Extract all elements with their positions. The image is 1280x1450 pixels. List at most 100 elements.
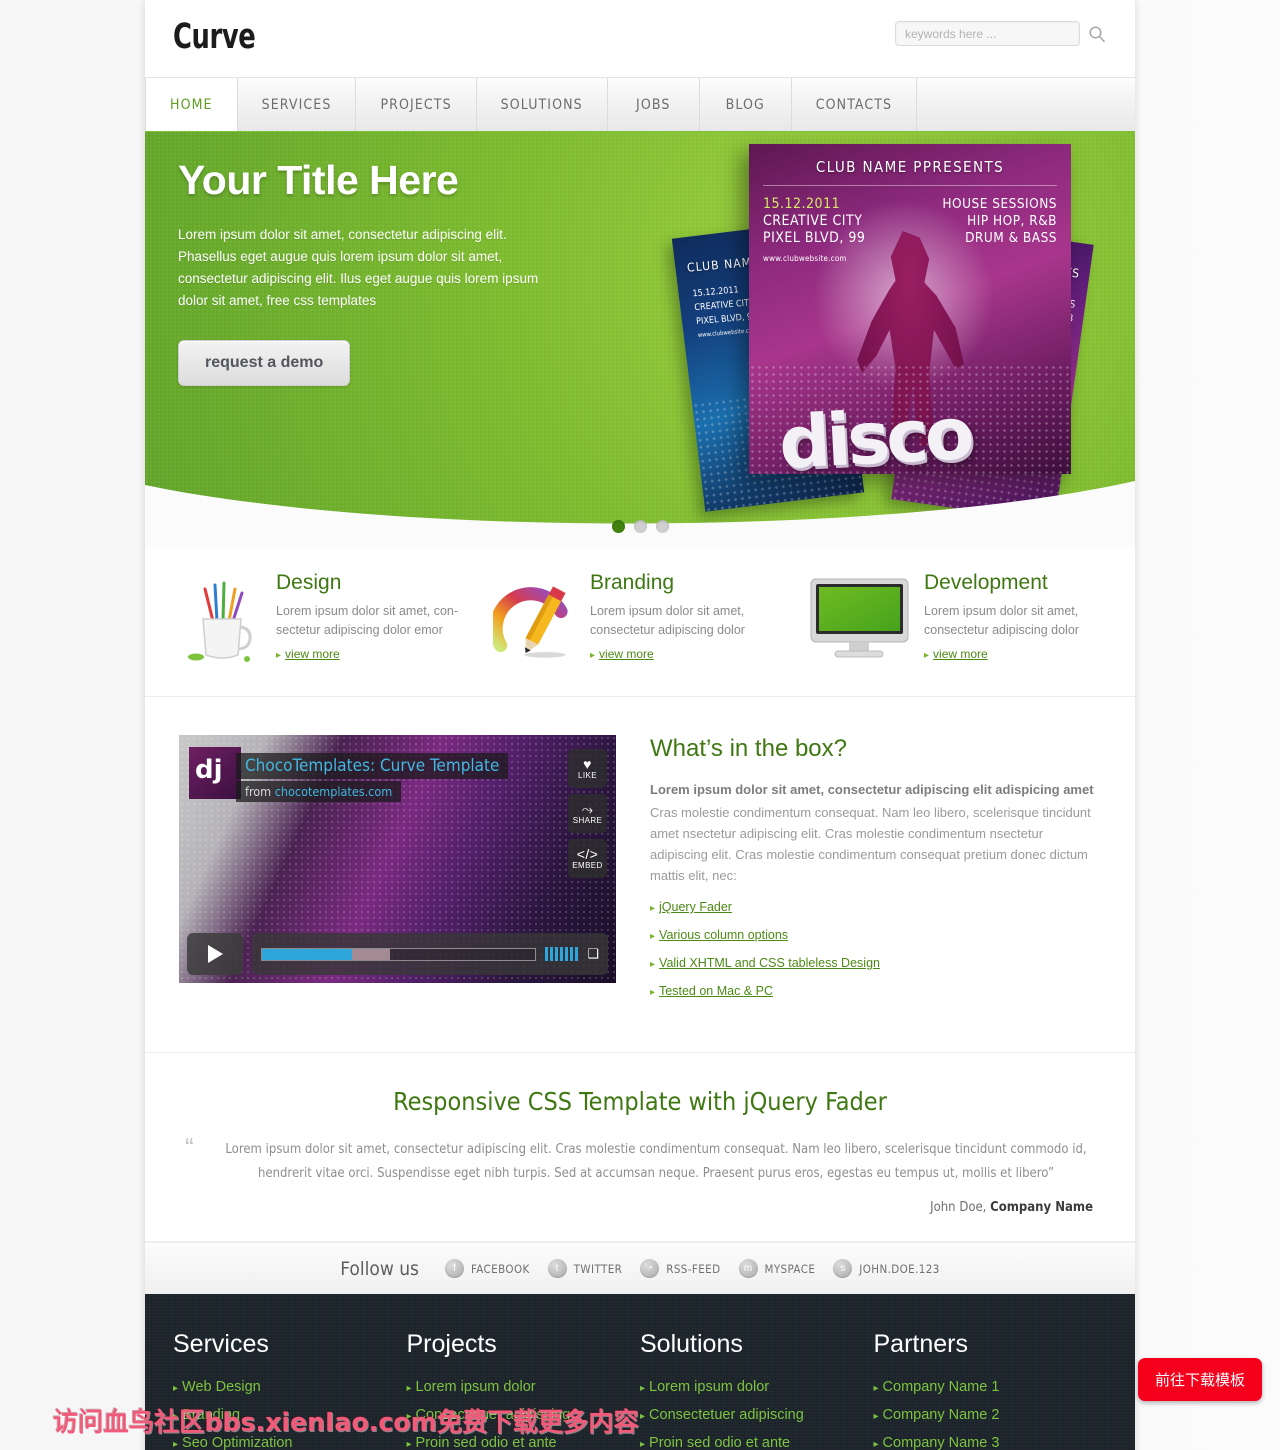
footer-list-item: ▸ Web Design xyxy=(173,1379,389,1395)
flyer-main: CLUB NAME PPRESENTS 15.12.2011 CREATIVE … xyxy=(749,144,1071,474)
download-template-button[interactable]: 前往下载模板 xyxy=(1137,1358,1262,1401)
nav-item-services[interactable]: SERVICES xyxy=(237,78,357,131)
video-title[interactable]: ChocoTemplates: Curve Template xyxy=(236,753,509,779)
footer-link[interactable]: Lorem ipsum dolor xyxy=(416,1379,536,1395)
footer-link[interactable]: Proin sed odio et ante xyxy=(649,1435,790,1450)
footer-list-item: ▸ Company Name 2 xyxy=(874,1407,1090,1423)
search-button[interactable] xyxy=(1087,24,1107,44)
video-volume-meter[interactable] xyxy=(545,947,579,961)
follow-us-bar: Follow us f FACEBOOK t TWITTER ◔ RSS-FEE… xyxy=(145,1242,1135,1294)
feature-development: Development Lorem ipsum dolor sit amet, … xyxy=(797,571,1111,666)
flyer-main-line1: HOUSE SESSIONS xyxy=(942,196,1057,212)
feature-view-more-link[interactable]: view more xyxy=(285,647,340,661)
share-icon: ⤳ xyxy=(581,800,594,817)
feature-title: Branding xyxy=(590,571,675,594)
slider-dot-2[interactable] xyxy=(633,520,647,533)
testimonial-quote: Lorem ipsum dolor sit amet, consectetur … xyxy=(225,1142,1087,1181)
nav-item-home[interactable]: HOME xyxy=(145,78,238,131)
search-icon xyxy=(1089,25,1106,42)
social-link-skype[interactable]: s JOHN.DOE.123 xyxy=(833,1259,939,1278)
feature-branding-body: Branding Lorem ipsum dolor sit amet, con… xyxy=(590,571,787,666)
box-list-item: ▸ Tested on Mac & PC xyxy=(650,984,1101,998)
footer-column-title: Solutions xyxy=(640,1330,743,1358)
nav-spacer xyxy=(917,78,1135,131)
chevron-right-icon: ▸ xyxy=(650,959,656,970)
testimonial-author-name: John Doe, xyxy=(930,1200,991,1215)
footer-link[interactable]: Lorem ipsum dolor xyxy=(649,1379,769,1395)
box-link[interactable]: jQuery Fader xyxy=(659,900,732,914)
footer-link[interactable]: Company Name 2 xyxy=(883,1407,1000,1423)
footer-link[interactable]: Company Name 1 xyxy=(883,1379,1000,1395)
box-lead: Lorem ipsum dolor sit amet, consectetur … xyxy=(650,782,1094,797)
box-link[interactable]: Tested on Mac & PC xyxy=(659,984,773,998)
social-link-myspace[interactable]: m MYSPACE xyxy=(738,1259,816,1278)
flyer-main-line3: DRUM & BASS xyxy=(965,230,1057,246)
hero-paragraph: Lorem ipsum dolor sit amet, consectetur … xyxy=(178,227,539,308)
box-text-column: What’s in the box? Lorem ipsum dolor sit… xyxy=(650,735,1101,1012)
box-list-item: ▸ Valid XHTML and CSS tableless Design xyxy=(650,956,1101,970)
slider-dot-3[interactable] xyxy=(655,520,669,533)
footer-list-item: ▸ Company Name 3 xyxy=(874,1435,1090,1450)
social-link-rss[interactable]: ◔ RSS-FEED xyxy=(640,1259,720,1278)
flyer-main-url: www.clubwebsite.com xyxy=(763,254,847,263)
play-icon xyxy=(207,945,223,963)
heart-icon: ♥ xyxy=(583,755,592,772)
box-heading: What’s in the box? xyxy=(650,735,848,762)
video-progress xyxy=(262,948,353,960)
social-link-twitter[interactable]: t TWITTER xyxy=(547,1259,623,1278)
nav-item-contacts[interactable]: CONTACTS xyxy=(791,78,918,131)
footer-column-title: Projects xyxy=(406,1330,497,1358)
video-play-button[interactable] xyxy=(187,933,243,975)
monitor-icon xyxy=(807,571,912,666)
flyer-main-line2: HIP HOP, R&B xyxy=(967,213,1057,229)
nav-item-blog[interactable]: BLOG xyxy=(699,78,792,131)
box-list-item: ▸ jQuery Fader xyxy=(650,900,1101,914)
request-demo-button[interactable]: request a demo xyxy=(178,340,351,386)
main-navigation: HOME SERVICES PROJECTS SOLUTIONS JOBS BL… xyxy=(145,77,1135,135)
footer-link[interactable]: Consectetuer adipiscing xyxy=(649,1407,804,1423)
video-like-button[interactable]: ♥ LIKE xyxy=(568,749,607,788)
footer-link[interactable]: Company Name 3 xyxy=(883,1435,1000,1450)
chevron-right-icon: ▸ xyxy=(873,1383,879,1394)
video-player[interactable]: ChocoTemplates: Curve Template from choc… xyxy=(179,735,616,983)
feature-view-more-link[interactable]: view more xyxy=(599,647,654,661)
chevron-right-icon: ▸ xyxy=(406,1383,412,1394)
video-from-site[interactable]: chocotemplates.com xyxy=(275,784,392,799)
video-share-button[interactable]: ⤳ SHARE xyxy=(568,794,607,833)
feature-branding: Branding Lorem ipsum dolor sit amet, con… xyxy=(483,571,797,666)
social-link-facebook[interactable]: f FACEBOOK xyxy=(444,1259,530,1278)
flyer-main-left-info: 15.12.2011 CREATIVE CITY PIXEL BLVD, 99 … xyxy=(763,196,865,267)
footer-list-item: ▸ Lorem ipsum dolor xyxy=(640,1379,856,1395)
site-logo[interactable]: Curve xyxy=(173,17,256,57)
feature-link-row: ▸ view more xyxy=(276,645,473,663)
feature-view-more-link[interactable]: view more xyxy=(933,647,988,661)
box-link[interactable]: Valid XHTML and CSS tableless Design xyxy=(659,956,880,970)
video-source: from chocotemplates.com xyxy=(236,781,402,802)
box-link[interactable]: Various column options xyxy=(659,928,788,942)
embed-code-icon: </> xyxy=(576,845,599,862)
testimonial-author-company: Company Name xyxy=(990,1200,1093,1215)
footer-column-title: Partners xyxy=(873,1330,968,1358)
video-scrubber[interactable] xyxy=(261,947,537,961)
footer-link-list: ▸ Lorem ipsum dolor ▸ Consectetuer adipisc… xyxy=(640,1379,856,1450)
chevron-right-icon: ▸ xyxy=(406,1439,412,1450)
video-like-label: LIKE xyxy=(578,770,597,780)
quote-icon: “ xyxy=(185,1132,194,1162)
search-input[interactable] xyxy=(895,21,1080,46)
chevron-right-icon: ▸ xyxy=(650,903,656,914)
fullscreen-icon[interactable]: ❑ xyxy=(587,946,599,962)
nav-item-solutions[interactable]: SOLUTIONS xyxy=(476,78,608,131)
video-controls: ❑ xyxy=(187,933,608,975)
social-label: JOHN.DOE.123 xyxy=(859,1261,940,1276)
slider-dot-1[interactable] xyxy=(611,520,625,533)
nav-item-jobs[interactable]: JOBS xyxy=(607,78,700,131)
footer-column-partners: Partners ▸ Company Name 1 ▸ Company Name 2… xyxy=(874,1330,1108,1450)
flyer-main-word: disco xyxy=(776,391,973,474)
video-embed-button[interactable]: </> EMBED xyxy=(568,839,607,878)
box-list-item: ▸ Various column options xyxy=(650,928,1101,942)
hero-curve-divider xyxy=(145,481,1135,547)
footer-link-list: ▸ Company Name 1 ▸ Company Name 2 ▸ Company… xyxy=(874,1379,1090,1450)
feature-development-body: Development Lorem ipsum dolor sit amet, … xyxy=(924,571,1101,666)
nav-item-projects[interactable]: PROJECTS xyxy=(356,78,477,131)
footer-link[interactable]: Web Design xyxy=(182,1379,261,1395)
